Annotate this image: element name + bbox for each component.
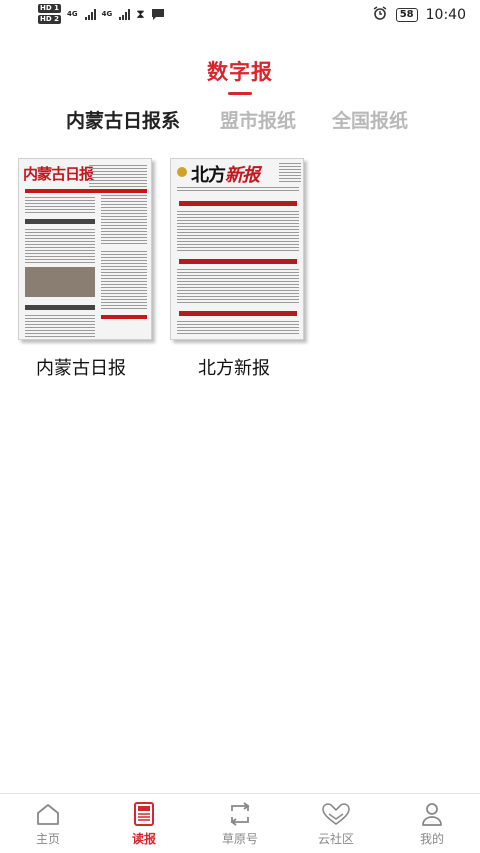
message-icon bbox=[151, 5, 165, 24]
tab-league-city-papers[interactable]: 盟市报纸 bbox=[220, 106, 296, 133]
clock: 10:40 bbox=[425, 7, 466, 23]
paper-name[interactable]: 内蒙古日报 bbox=[36, 354, 170, 380]
newspaper-thumbnail[interactable]: 内蒙古日报 bbox=[18, 158, 152, 340]
page-title: 数字报 bbox=[207, 60, 273, 84]
alarm-icon bbox=[372, 6, 388, 24]
sim1-indicator: HD 1 bbox=[38, 4, 61, 13]
network-type-2: 4G bbox=[101, 10, 113, 18]
tab-neimenggu-daily-group[interactable]: 内蒙古日报系 bbox=[66, 106, 180, 133]
title-underline bbox=[228, 92, 252, 95]
bottom-nav: 主页 读报 草原号 云社区 我的 bbox=[0, 793, 480, 853]
newspaper-icon bbox=[114, 800, 174, 828]
battery-indicator: 58 bbox=[395, 8, 418, 22]
nav-home[interactable]: 主页 bbox=[18, 800, 78, 847]
nav-read-paper[interactable]: 读报 bbox=[114, 800, 174, 847]
sim2-indicator: HD 2 bbox=[38, 15, 61, 24]
paper-masthead: 内蒙古日报 bbox=[23, 165, 94, 183]
paper-card-neimenggu-daily[interactable]: 内蒙古日报 内蒙古日报 bbox=[18, 158, 152, 379]
network-type-1: 4G bbox=[66, 10, 78, 18]
community-heart-icon bbox=[306, 800, 366, 828]
nav-caoyuan-hao[interactable]: 草原号 bbox=[210, 800, 270, 847]
signal-icon-2 bbox=[119, 8, 131, 20]
signal-icon bbox=[84, 8, 96, 20]
hourglass-icon: ⧗ bbox=[136, 6, 145, 21]
paper-name[interactable]: 北方新报 bbox=[198, 354, 332, 380]
paper-masthead: 北方新报 bbox=[191, 165, 260, 186]
home-icon bbox=[18, 800, 78, 828]
category-tabs: 内蒙古日报系 盟市报纸 全国报纸 bbox=[0, 106, 480, 134]
status-bar: HD 1 HD 2 4G 4G ⧗ 58 10:40 bbox=[0, 0, 480, 30]
tab-national-papers[interactable]: 全国报纸 bbox=[332, 106, 408, 133]
user-icon bbox=[402, 800, 462, 828]
nav-profile[interactable]: 我的 bbox=[402, 800, 462, 847]
repeat-icon bbox=[210, 800, 270, 828]
paper-logo-emblem bbox=[177, 167, 187, 177]
newspaper-thumbnail[interactable]: 北方新报 bbox=[170, 158, 304, 340]
paper-card-beifang-xinbao[interactable]: 北方新报 北方新报 bbox=[170, 158, 304, 379]
nav-cloud-community[interactable]: 云社区 bbox=[306, 800, 366, 847]
